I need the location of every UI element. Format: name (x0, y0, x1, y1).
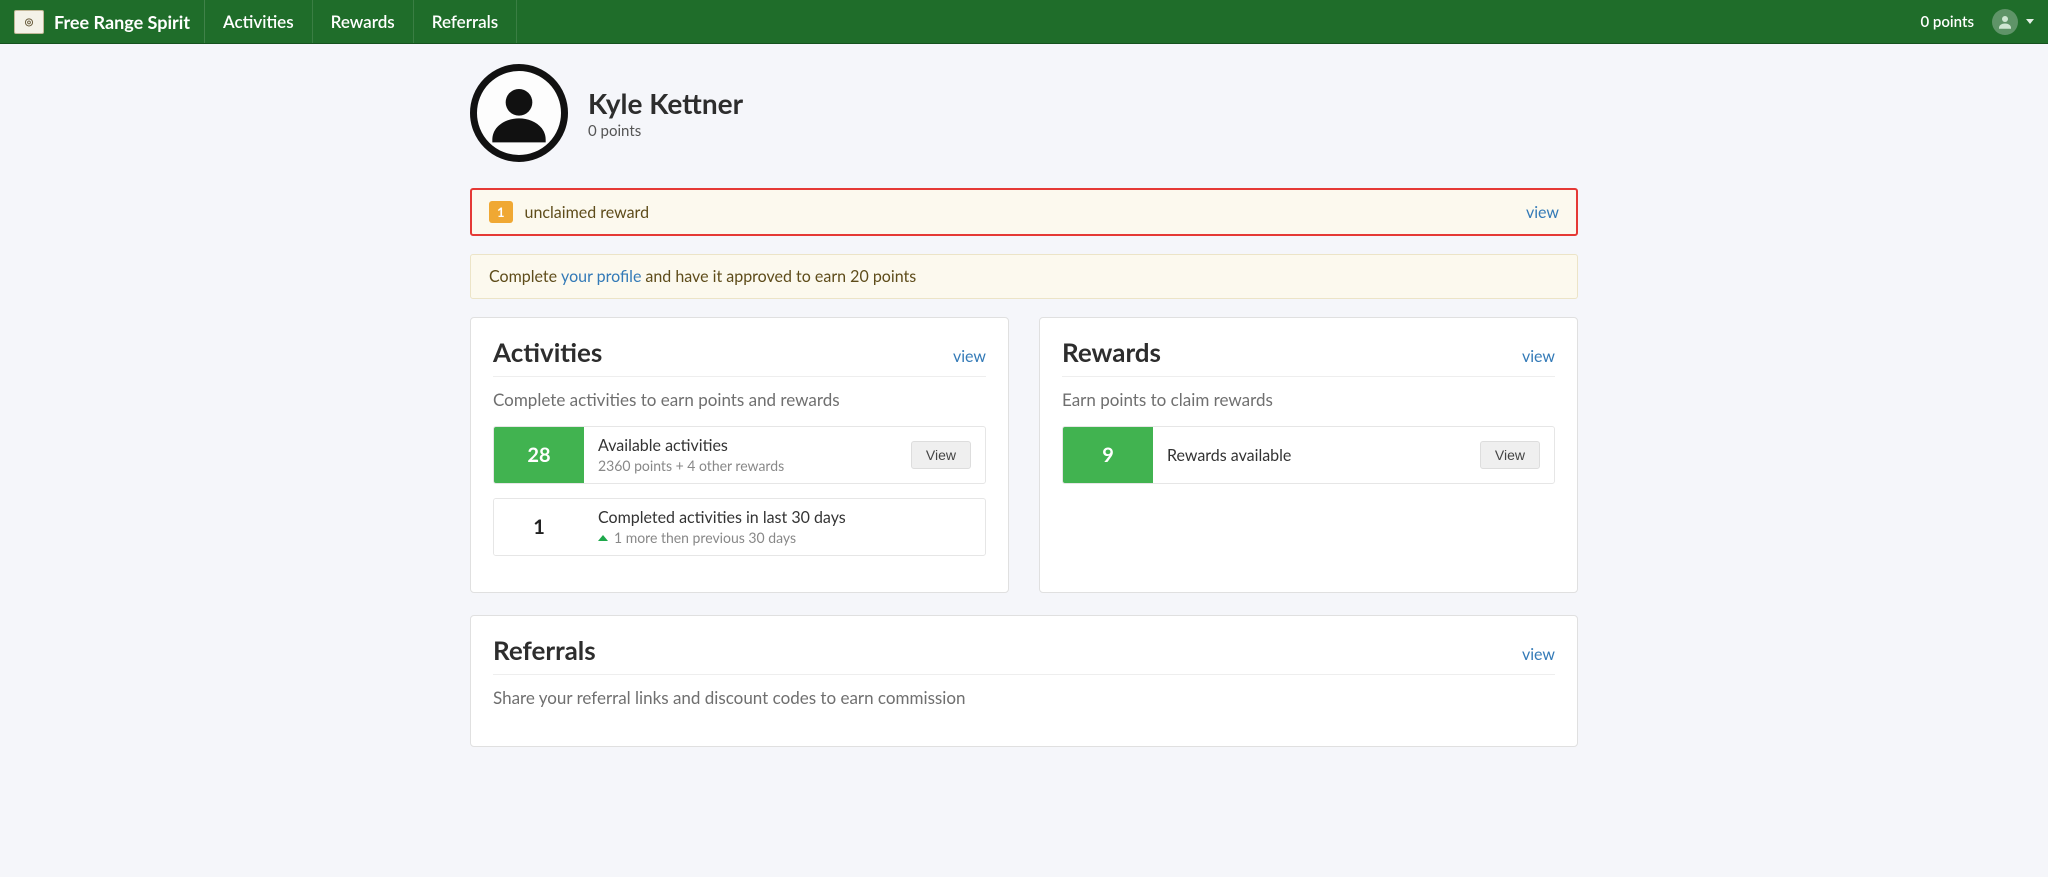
complete-profile-suffix: and have it approved to earn 20 points (645, 267, 916, 286)
nav-links: Activities Rewards Referrals (205, 0, 517, 43)
completed-activities-sub: 1 more then previous 30 days (614, 529, 796, 546)
activities-view-link[interactable]: view (953, 347, 986, 366)
activities-title: Activities (493, 336, 602, 368)
profile-points: 0 points (588, 122, 743, 140)
nav-link-activities[interactable]: Activities (205, 0, 313, 43)
available-activities-sub: 2360 points + 4 other rewards (598, 457, 897, 474)
your-profile-link[interactable]: your profile (561, 267, 641, 286)
rewards-title: Rewards (1062, 336, 1161, 368)
brand-logo-icon: ◎ (14, 10, 44, 34)
rewards-subtitle: Earn points to claim rewards (1062, 389, 1555, 410)
unclaimed-text: unclaimed reward (525, 203, 649, 222)
unclaimed-reward-alert: 1 unclaimed reward view (470, 188, 1578, 236)
rewards-available-row: 9 Rewards available View (1062, 426, 1555, 484)
brand-name: Free Range Spirit (54, 11, 190, 33)
top-nav: ◎ Free Range Spirit Activities Rewards R… (0, 0, 2048, 44)
profile-header: Kyle Kettner 0 points (470, 64, 1578, 162)
rewards-available-count: 9 (1063, 427, 1153, 483)
trend-up-icon (598, 535, 608, 541)
completed-activities-count: 1 (494, 499, 584, 555)
activities-subtitle: Complete activities to earn points and r… (493, 389, 986, 410)
nav-link-referrals[interactable]: Referrals (414, 0, 517, 43)
completed-activities-title: Completed activities in last 30 days (598, 508, 971, 527)
profile-name: Kyle Kettner (588, 86, 743, 120)
available-activities-row: 28 Available activities 2360 points + 4 … (493, 426, 986, 484)
complete-profile-prefix: Complete (489, 267, 557, 286)
rewards-available-view-button[interactable]: View (1480, 441, 1540, 469)
referrals-title: Referrals (493, 634, 596, 666)
nav-link-rewards[interactable]: Rewards (313, 0, 414, 43)
brand[interactable]: ◎ Free Range Spirit (0, 0, 205, 43)
complete-profile-alert: Complete your profile and have it approv… (470, 254, 1578, 299)
referrals-card: Referrals view Share your referral links… (470, 615, 1578, 747)
rewards-available-title: Rewards available (1167, 446, 1466, 465)
referrals-view-link[interactable]: view (1522, 645, 1555, 664)
rewards-card: Rewards view Earn points to claim reward… (1039, 317, 1578, 593)
completed-activities-row: 1 Completed activities in last 30 days 1… (493, 498, 986, 556)
unclaimed-count-badge: 1 (489, 201, 513, 223)
rewards-view-link[interactable]: view (1522, 347, 1555, 366)
referrals-subtitle: Share your referral links and discount c… (493, 687, 1555, 708)
unclaimed-view-link[interactable]: view (1526, 203, 1559, 222)
user-menu[interactable] (1992, 9, 2034, 35)
nav-points: 0 points (1920, 13, 1974, 31)
user-avatar-icon (1992, 9, 2018, 35)
chevron-down-icon (2026, 19, 2034, 24)
available-activities-title: Available activities (598, 436, 897, 455)
available-activities-count: 28 (494, 427, 584, 483)
profile-avatar-icon (470, 64, 568, 162)
activities-card: Activities view Complete activities to e… (470, 317, 1009, 593)
available-activities-view-button[interactable]: View (911, 441, 971, 469)
